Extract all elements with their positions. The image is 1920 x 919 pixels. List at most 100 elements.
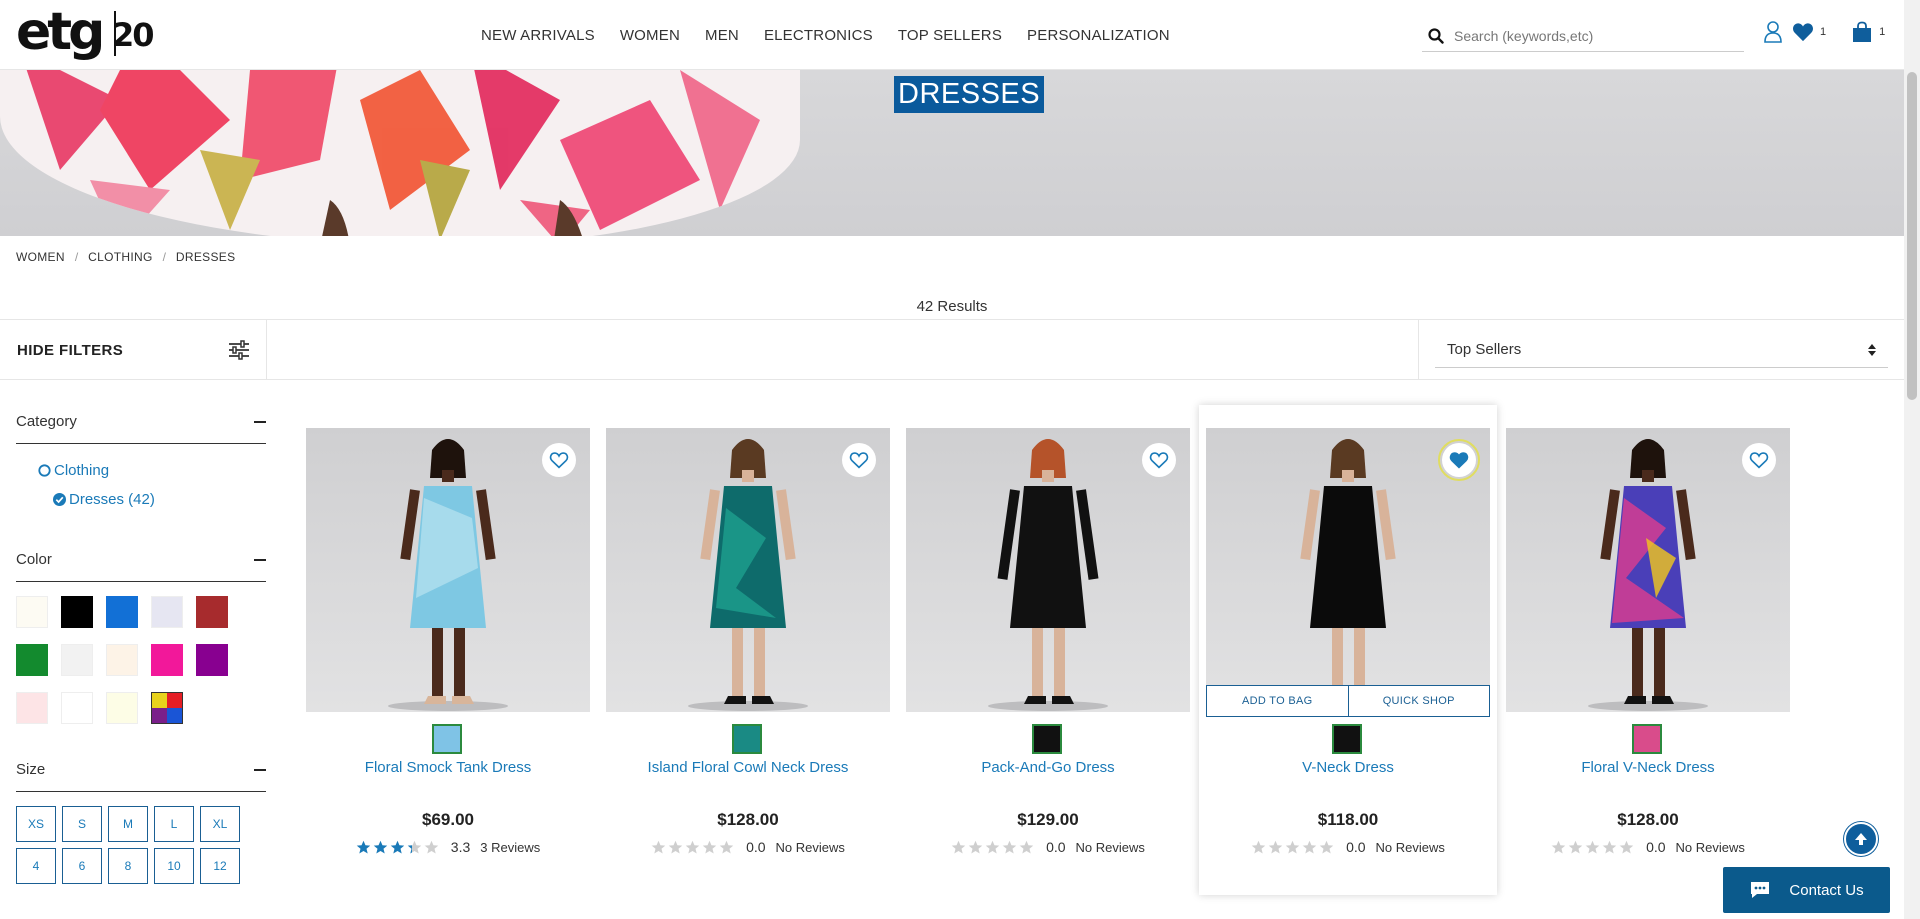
color-swatch[interactable] <box>61 644 93 676</box>
size-option[interactable]: 6 <box>62 848 102 884</box>
favorite-button[interactable] <box>1438 439 1480 481</box>
color-swatch[interactable] <box>16 596 48 628</box>
product-color-swatch[interactable] <box>1032 724 1062 754</box>
contact-us-button[interactable]: Contact Us <box>1723 867 1890 913</box>
bag-link[interactable]: 1 <box>1851 21 1885 43</box>
color-swatch[interactable] <box>106 596 138 628</box>
product-price: $69.00 <box>422 810 474 829</box>
product-rating: 0.0 No Reviews <box>606 839 890 855</box>
nav-electronics[interactable]: ELECTRONICS <box>764 27 873 44</box>
product-image[interactable] <box>1506 428 1790 712</box>
color-filter-header[interactable]: Color <box>16 538 266 582</box>
hero-floral-dress-image <box>0 70 800 236</box>
color-swatch[interactable] <box>106 644 138 676</box>
product-color-swatch[interactable] <box>432 724 462 754</box>
product-name[interactable]: Pack-And-Go Dress <box>906 759 1190 776</box>
reviews-count[interactable]: No Reviews <box>776 840 845 855</box>
size-option[interactable]: 10 <box>154 848 194 884</box>
product-name[interactable]: V-Neck Dress <box>1206 759 1490 776</box>
star-icon <box>968 840 983 853</box>
etg-logo[interactable]: etg 20 <box>16 4 156 66</box>
product-price: $118.00 <box>1317 810 1379 829</box>
product-name[interactable]: Island Floral Cowl Neck Dress <box>606 759 890 776</box>
heart-outline-icon <box>549 452 569 469</box>
product-image[interactable] <box>606 428 890 712</box>
product-color-swatch[interactable] <box>1632 724 1662 754</box>
size-option[interactable]: S <box>62 806 102 842</box>
category-dresses[interactable]: Dresses (42) <box>53 491 266 508</box>
size-option[interactable]: 4 <box>16 848 56 884</box>
chat-bubble-icon <box>1751 882 1770 898</box>
breadcrumb-women[interactable]: WOMEN <box>16 250 65 264</box>
search-input[interactable] <box>1454 27 1734 44</box>
nav-women[interactable]: WOMEN <box>620 27 680 44</box>
favorite-button[interactable] <box>842 443 876 477</box>
color-swatch[interactable] <box>196 596 228 628</box>
product-name[interactable]: Floral Smock Tank Dress <box>306 759 590 776</box>
product-card[interactable]: Island Floral Cowl Neck Dress $128.00 0.… <box>606 405 890 895</box>
color-swatch[interactable] <box>61 692 93 724</box>
hide-filters-button[interactable]: HIDE FILTERS <box>0 320 267 380</box>
size-option[interactable]: XL <box>200 806 240 842</box>
scrollbar-thumb[interactable] <box>1907 72 1917 400</box>
account-icon[interactable] <box>1763 20 1783 44</box>
color-swatch[interactable] <box>61 596 93 628</box>
nav-top-sellers[interactable]: TOP SELLERS <box>898 27 1002 44</box>
back-to-top-button[interactable] <box>1844 822 1878 856</box>
color-swatch[interactable] <box>151 644 183 676</box>
nav-new-arrivals[interactable]: NEW ARRIVALS <box>481 27 595 44</box>
breadcrumb-clothing[interactable]: CLOTHING <box>88 250 152 264</box>
size-option[interactable]: XS <box>16 806 56 842</box>
wishlist-link[interactable]: 1 <box>1792 22 1826 42</box>
breadcrumb-separator: / <box>74 250 79 264</box>
size-option[interactable]: 12 <box>200 848 240 884</box>
category-clothing[interactable]: Clothing <box>38 462 266 479</box>
breadcrumb-dresses[interactable]: DRESSES <box>176 250 235 264</box>
product-image[interactable] <box>1206 428 1490 712</box>
sort-select[interactable]: Top Sellers <box>1435 332 1888 368</box>
filter-sort-bar: HIDE FILTERS Top Sellers <box>0 319 1904 380</box>
nav-men[interactable]: MEN <box>705 27 739 44</box>
rating-score: 3.3 <box>450 839 471 855</box>
nav-personalization[interactable]: PERSONALIZATION <box>1027 27 1170 44</box>
product-price: $129.00 <box>1017 810 1079 829</box>
product-color-swatch[interactable] <box>732 724 762 754</box>
search-icon[interactable] <box>1428 27 1444 44</box>
size-option[interactable]: 8 <box>108 848 148 884</box>
category-filter-header[interactable]: Category <box>16 400 266 444</box>
size-option[interactable]: L <box>154 806 194 842</box>
product-card[interactable]: ADD TO BAG QUICK SHOP V-Neck Dress $118.… <box>1199 405 1497 895</box>
color-swatch[interactable] <box>151 596 183 628</box>
favorite-button[interactable] <box>1142 443 1176 477</box>
product-card[interactable]: Pack-And-Go Dress $129.00 0.0 No Reviews <box>906 405 1190 895</box>
size-filter-header[interactable]: Size <box>16 748 266 792</box>
color-swatch[interactable] <box>16 692 48 724</box>
page-scrollbar[interactable] <box>1904 0 1920 919</box>
reviews-count[interactable]: No Reviews <box>1676 840 1745 855</box>
product-image[interactable] <box>906 428 1190 712</box>
size-option[interactable]: M <box>108 806 148 842</box>
product-color-swatch[interactable] <box>1332 724 1362 754</box>
color-swatch[interactable] <box>106 692 138 724</box>
favorite-button[interactable] <box>542 443 576 477</box>
bag-count: 1 <box>1879 26 1886 38</box>
product-card[interactable]: Floral Smock Tank Dress $69.00 3.3 3 Rev… <box>306 405 590 895</box>
star-icon <box>702 840 717 853</box>
reviews-count[interactable]: 3 Reviews <box>480 840 540 855</box>
reviews-count[interactable]: No Reviews <box>1076 840 1145 855</box>
reviews-count[interactable]: No Reviews <box>1376 840 1445 855</box>
product-name[interactable]: Floral V-Neck Dress <box>1506 759 1790 776</box>
color-swatch[interactable] <box>151 692 183 724</box>
quick-shop-button[interactable]: QUICK SHOP <box>1348 685 1490 717</box>
main-nav: NEW ARRIVALS WOMEN MEN ELECTRONICS TOP S… <box>481 0 1170 70</box>
favorite-button[interactable] <box>1742 443 1776 477</box>
product-image[interactable] <box>306 428 590 712</box>
star-icon <box>1302 840 1317 853</box>
product-actions: ADD TO BAG QUICK SHOP <box>1206 685 1490 717</box>
add-to-bag-button[interactable]: ADD TO BAG <box>1206 685 1349 717</box>
heart-outline-icon <box>1749 452 1769 469</box>
product-card[interactable]: Floral V-Neck Dress $128.00 0.0 No Revie… <box>1506 405 1790 895</box>
color-swatch[interactable] <box>196 644 228 676</box>
color-swatch[interactable] <box>16 644 48 676</box>
hero-title: DRESSES <box>894 76 1045 113</box>
